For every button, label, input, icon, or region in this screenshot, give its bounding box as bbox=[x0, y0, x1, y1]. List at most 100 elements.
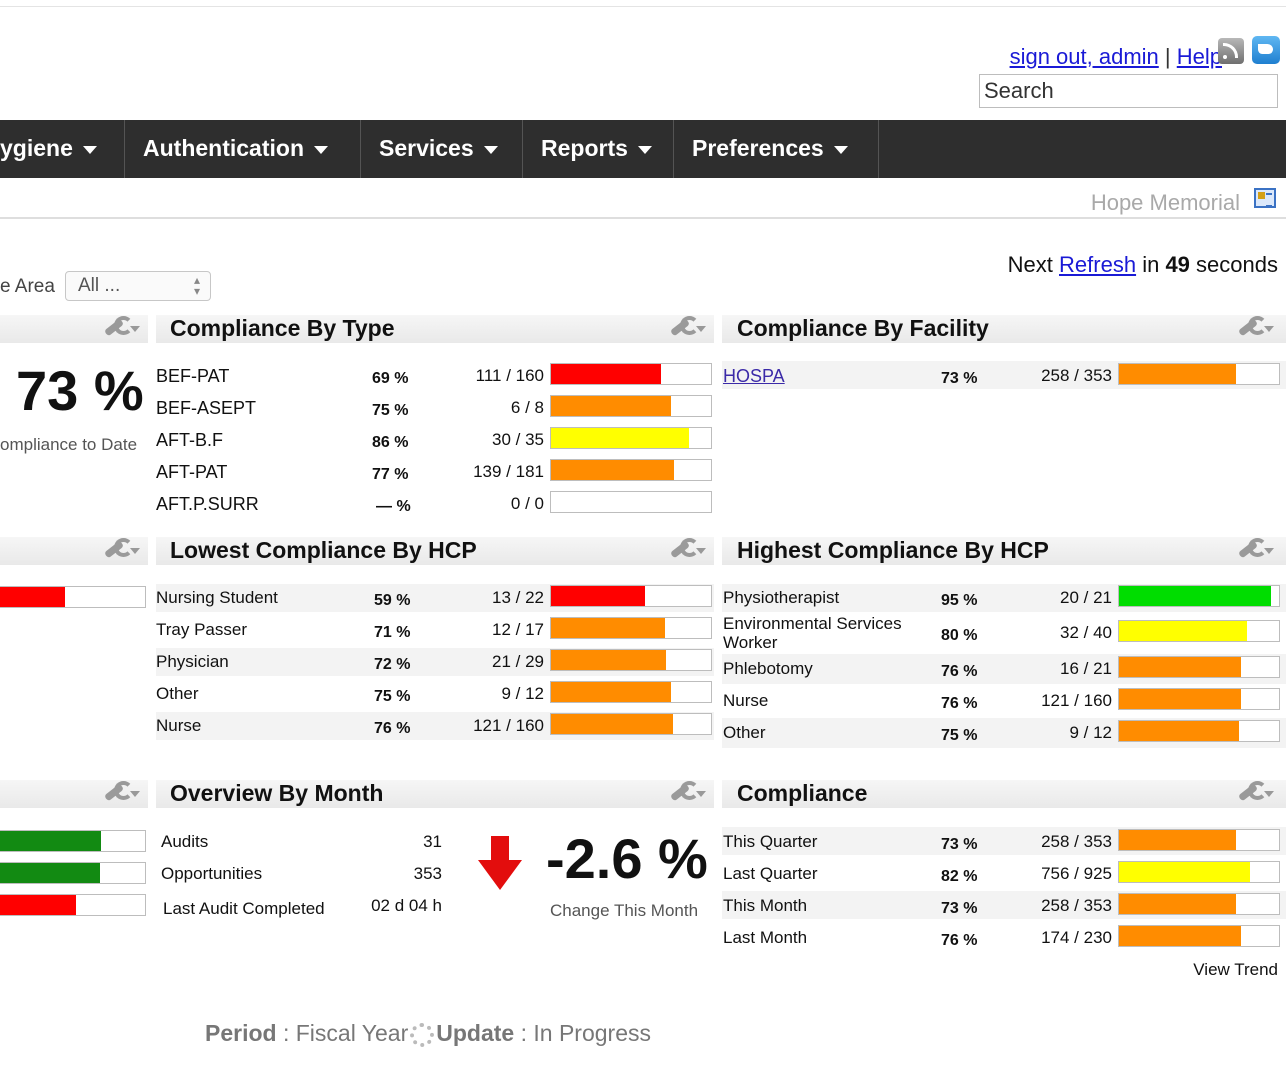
left-mini-bar-fill bbox=[0, 863, 100, 883]
compliance-period-bar bbox=[1118, 861, 1280, 883]
spinner-icon bbox=[410, 1022, 435, 1047]
wrench-icon[interactable] bbox=[668, 538, 708, 562]
rss-icon[interactable] bbox=[1218, 38, 1244, 64]
compliance-period-pct: 73 % bbox=[941, 836, 978, 853]
lowest-hcp-pct: 72 % bbox=[374, 656, 411, 673]
lowest-hcp-label: Nurse bbox=[156, 716, 202, 735]
wrench-icon[interactable] bbox=[1236, 781, 1276, 805]
type-label: BEF-ASEPT bbox=[156, 398, 257, 418]
facility-bar bbox=[1118, 363, 1280, 385]
nav-preferences[interactable]: Preferences bbox=[692, 120, 848, 178]
overall-compliance-caption: ompliance to Date bbox=[0, 435, 138, 454]
type-pct: 75 % bbox=[372, 402, 409, 419]
lowest-hcp-pct: 71 % bbox=[374, 624, 411, 641]
nav-hygiene[interactable]: ygiene bbox=[0, 120, 97, 178]
view-trend-link[interactable]: View Trend bbox=[1193, 960, 1278, 980]
wrench-icon[interactable] bbox=[102, 781, 142, 805]
facility-bar-fill bbox=[1119, 364, 1236, 384]
type-pct: — % bbox=[376, 498, 411, 515]
overview-label: Audits bbox=[161, 832, 209, 851]
search-input[interactable] bbox=[979, 74, 1278, 108]
wrench-icon[interactable] bbox=[102, 538, 142, 562]
compliance-period-pct: 73 % bbox=[941, 900, 978, 917]
highest-hcp-pct: 76 % bbox=[941, 695, 978, 712]
facility-frac: 258 / 353 bbox=[1041, 366, 1112, 385]
highest-hcp-bar bbox=[1118, 656, 1280, 678]
compliance-period-bar-fill bbox=[1119, 894, 1236, 914]
highest-hcp-label: Phlebotomy bbox=[723, 659, 813, 678]
compliance-period-label: This Month bbox=[723, 896, 808, 915]
chevron-down-icon bbox=[82, 145, 97, 154]
lowest-hcp-bar-fill bbox=[551, 618, 665, 638]
highest-hcp-bar-fill bbox=[1119, 621, 1247, 641]
refresh-seconds: 49 bbox=[1165, 252, 1190, 277]
type-pct: 69 % bbox=[372, 370, 409, 387]
left-mini-bar-fill bbox=[0, 831, 102, 851]
view-trend-text[interactable]: View Trend bbox=[1193, 960, 1278, 979]
lowest-hcp-label: Nursing Student bbox=[156, 588, 278, 607]
refresh-prefix: Next bbox=[1007, 252, 1053, 277]
area-select[interactable]: All ... ▴ ▾ bbox=[65, 271, 211, 301]
help-link[interactable]: Help bbox=[1177, 44, 1222, 69]
left-mini-bar-fill bbox=[0, 587, 65, 607]
panel-title-type: Compliance By Type bbox=[170, 315, 395, 341]
type-label: AFT.P.SURR bbox=[156, 494, 259, 514]
nav-authentication-label: Authentication bbox=[143, 135, 304, 161]
overview-value: 353 bbox=[413, 864, 442, 883]
link-separator: | bbox=[1164, 44, 1171, 69]
down-arrow-icon bbox=[478, 836, 522, 892]
nav-reports[interactable]: Reports bbox=[541, 120, 652, 178]
compliance-period-bar-fill bbox=[1119, 862, 1251, 882]
status-footer: Period : Fiscal Year Update : In Progress bbox=[205, 1020, 651, 1047]
lowest-hcp-label: Physician bbox=[156, 652, 229, 671]
type-bar-fill bbox=[551, 396, 671, 416]
nav-hygiene-label: ygiene bbox=[0, 135, 73, 161]
compliance-period-frac: 756 / 925 bbox=[1041, 864, 1112, 883]
highest-hcp-bar-fill bbox=[1119, 689, 1241, 709]
compliance-period-label: Last Quarter bbox=[723, 864, 818, 883]
highest-hcp-frac: 32 / 40 bbox=[1060, 623, 1112, 642]
area-filter-label: e Area bbox=[0, 276, 55, 297]
highest-hcp-pct: 80 % bbox=[941, 627, 978, 644]
type-bar-fill bbox=[551, 428, 689, 448]
sign-out-link[interactable]: sign out, admin bbox=[1010, 44, 1159, 69]
lowest-hcp-bar-fill bbox=[551, 714, 673, 734]
highest-hcp-bar-fill bbox=[1119, 657, 1241, 677]
facility-name: Hope Memorial bbox=[1090, 190, 1240, 215]
type-pct: 77 % bbox=[372, 466, 409, 483]
lowest-hcp-frac: 12 / 17 bbox=[492, 620, 544, 639]
nav-separator bbox=[522, 120, 523, 178]
compliance-period-bar-fill bbox=[1119, 830, 1236, 850]
facility-card-icon[interactable] bbox=[1254, 188, 1276, 208]
nav-services[interactable]: Services bbox=[379, 120, 498, 178]
refresh-link[interactable]: Refresh bbox=[1059, 252, 1136, 277]
overview-label: Opportunities bbox=[161, 864, 263, 883]
wrench-icon[interactable] bbox=[668, 316, 708, 340]
type-pct: 86 % bbox=[372, 434, 409, 451]
twitter-icon[interactable] bbox=[1252, 36, 1280, 64]
user-links: sign out, admin | Help bbox=[1010, 44, 1222, 70]
highest-hcp-label: Nurse bbox=[723, 691, 769, 710]
panel-title-highest: Highest Compliance By HCP bbox=[737, 537, 1049, 563]
compliance-period-bar-fill bbox=[1119, 926, 1241, 946]
lowest-hcp-label: Tray Passer bbox=[156, 620, 248, 639]
nav-services-label: Services bbox=[379, 135, 474, 161]
highest-hcp-bar bbox=[1118, 720, 1280, 742]
lowest-hcp-bar bbox=[550, 585, 712, 607]
nav-authentication[interactable]: Authentication bbox=[143, 120, 328, 178]
type-bar-fill bbox=[551, 460, 675, 480]
wrench-icon[interactable] bbox=[668, 781, 708, 805]
change-caption: Change This Month bbox=[550, 901, 699, 920]
wrench-icon[interactable] bbox=[1236, 538, 1276, 562]
lowest-hcp-bar-fill bbox=[551, 682, 671, 702]
left-mini-bar bbox=[0, 862, 146, 884]
overview-value: 02 d 04 h bbox=[371, 896, 442, 915]
wrench-icon[interactable] bbox=[1236, 316, 1276, 340]
facility-link[interactable]: HOSPA bbox=[723, 366, 785, 387]
lowest-hcp-bar bbox=[550, 649, 712, 671]
type-bar-fill bbox=[551, 364, 662, 384]
type-bar bbox=[550, 491, 712, 513]
wrench-icon[interactable] bbox=[102, 316, 142, 340]
type-frac: 30 / 35 bbox=[492, 430, 544, 449]
chevron-down-icon bbox=[833, 145, 848, 154]
